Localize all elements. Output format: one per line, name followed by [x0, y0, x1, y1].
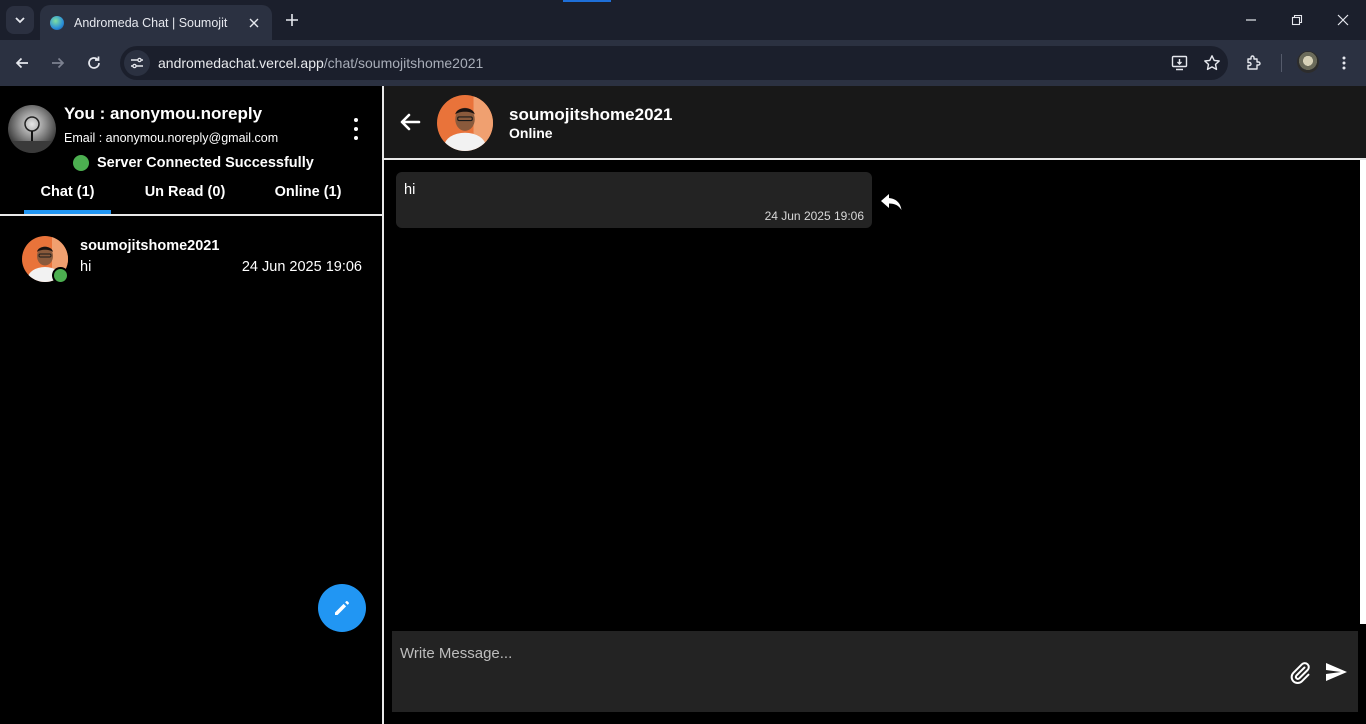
browser-menu-button[interactable] — [1330, 49, 1358, 77]
tune-icon — [131, 57, 143, 69]
sidebar: You : anonymou.noreply Email : anonymou.… — [0, 86, 382, 724]
browser-tab[interactable]: Andromeda Chat | Soumojit — [40, 5, 272, 40]
status-dot-icon — [73, 155, 89, 171]
bookmark-star-button[interactable] — [1196, 46, 1228, 80]
globe-favicon-icon — [50, 15, 64, 30]
tab-unread[interactable]: Un Read (0) — [130, 182, 240, 214]
chat-last-time: 24 Jun 2025 19:06 — [241, 259, 362, 275]
more-vertical-icon — [1342, 56, 1346, 70]
chat-contact-name: soumojitshome2021 — [80, 238, 220, 254]
close-tab-button[interactable] — [246, 15, 262, 31]
reload-button[interactable] — [80, 49, 108, 77]
conversation-panel: soumojitshome2021 Online hi 24 Jun 2025 … — [384, 86, 1366, 724]
message-composer — [392, 631, 1358, 712]
tab-search-button[interactable] — [6, 6, 34, 34]
tabs-divider — [0, 214, 382, 216]
pencil-icon — [335, 601, 349, 615]
star-icon — [1204, 55, 1220, 71]
user-avatar-image-icon — [8, 105, 56, 153]
back-arrow-icon[interactable] — [398, 110, 422, 134]
arrow-right-icon — [52, 57, 65, 69]
user-email: Email : anonymou.noreply@gmail.com — [64, 131, 279, 145]
plus-icon — [286, 14, 298, 26]
restore-window-button[interactable] — [1274, 6, 1320, 34]
browser-tabstrip: Andromeda Chat | Soumojit — [0, 0, 1366, 40]
user-name: You : anonymou.noreply — [64, 104, 263, 123]
connection-status: Server Connected Successfully — [73, 155, 314, 171]
minimize-icon — [1246, 19, 1256, 21]
close-icon — [1337, 14, 1349, 26]
puzzle-icon — [1247, 55, 1261, 70]
install-app-icon — [1171, 55, 1188, 71]
arrow-left-icon — [15, 57, 28, 69]
reload-icon — [88, 56, 100, 69]
message-time: 24 Jun 2025 19:06 — [764, 209, 864, 223]
profile-avatar[interactable] — [1297, 51, 1319, 73]
extensions-button[interactable] — [1240, 49, 1268, 77]
reply-icon[interactable] — [878, 188, 906, 216]
contact-header-status: Online — [509, 125, 553, 141]
new-tab-button[interactable] — [280, 8, 304, 32]
message-input[interactable] — [400, 641, 1280, 665]
url-text: andromedachat.vercel.app/chat/soumojitsh… — [158, 55, 484, 71]
more-vertical-icon — [354, 118, 358, 122]
chat-list-item[interactable]: soumojitshome2021 hi 24 Jun 2025 19:06 — [0, 226, 382, 296]
message-bubble[interactable]: hi 24 Jun 2025 19:06 — [396, 172, 872, 228]
contact-header-avatar[interactable] — [437, 95, 493, 151]
new-chat-button[interactable] — [318, 584, 366, 632]
attach-icon[interactable] — [1288, 661, 1312, 685]
browser-toolbar: andromedachat.vercel.app/chat/soumojitsh… — [0, 40, 1366, 86]
tab-online[interactable]: Online (1) — [262, 182, 354, 214]
install-app-button[interactable] — [1164, 46, 1196, 80]
send-icon[interactable] — [1324, 660, 1348, 684]
chat-app: You : anonymou.noreply Email : anonymou.… — [0, 86, 1366, 724]
close-icon — [249, 18, 259, 27]
online-indicator-icon — [52, 267, 69, 284]
chat-last-message: hi — [80, 259, 92, 275]
chevron-down-icon — [15, 17, 25, 24]
browser-tab-title: Andromeda Chat | Soumojit — [74, 15, 228, 30]
forward-button[interactable] — [44, 49, 72, 77]
restore-icon — [1291, 14, 1303, 26]
contact-avatar-image-icon — [437, 95, 493, 151]
message-scrollbar[interactable] — [1360, 160, 1366, 624]
close-window-button[interactable] — [1320, 6, 1366, 34]
toolbar-separator — [1281, 54, 1282, 72]
conversation-header: soumojitshome2021 Online — [384, 86, 1366, 158]
message-text: hi — [404, 182, 416, 198]
user-avatar[interactable] — [8, 105, 56, 153]
message-list[interactable]: hi 24 Jun 2025 19:06 — [384, 160, 1360, 624]
tab-accent-line — [563, 0, 611, 2]
back-button[interactable] — [8, 49, 36, 77]
site-info-button[interactable] — [124, 50, 150, 76]
connection-status-text: Server Connected Successfully — [97, 155, 314, 171]
more-options-button[interactable] — [346, 116, 366, 142]
minimize-window-button[interactable] — [1228, 6, 1274, 34]
contact-header-name: soumojitshome2021 — [509, 105, 673, 124]
address-bar[interactable]: andromedachat.vercel.app/chat/soumojitsh… — [120, 46, 1228, 80]
